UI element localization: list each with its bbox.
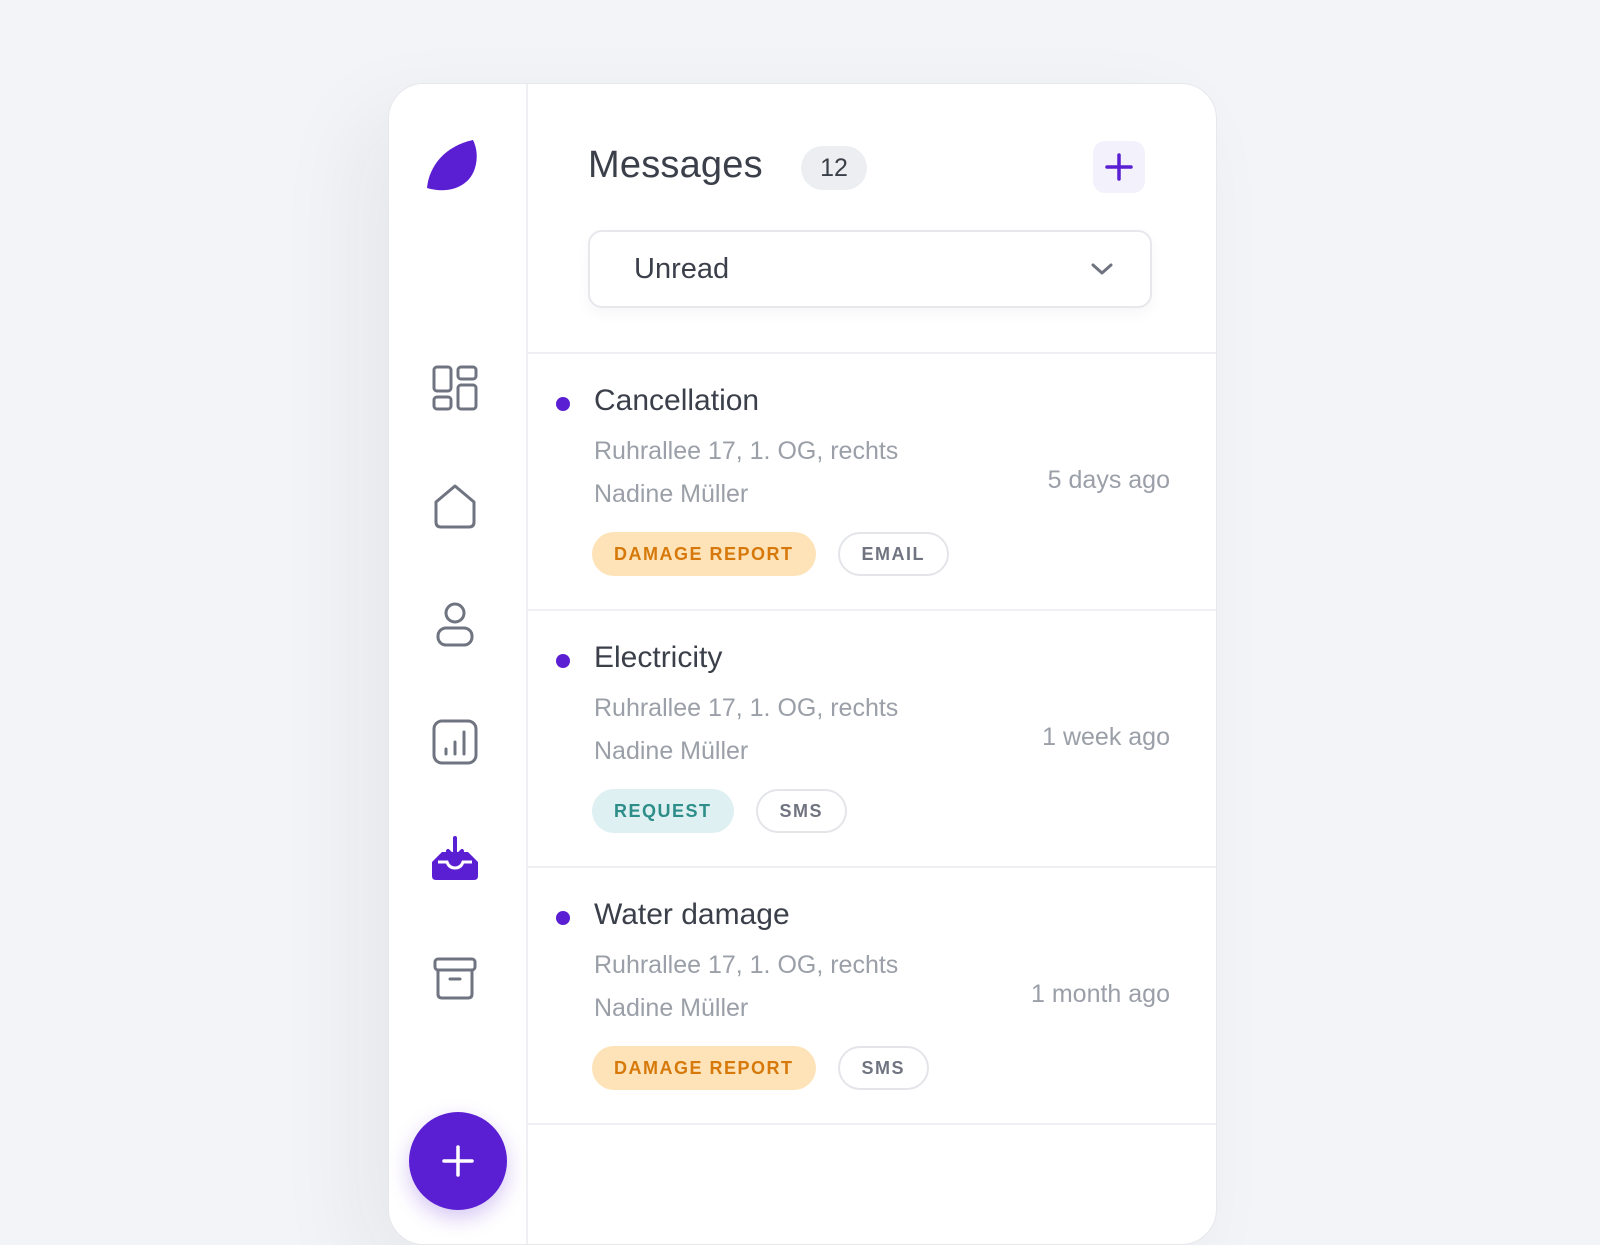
sidebar: [389, 84, 528, 1244]
message-tags: DAMAGE REPORT EMAIL: [592, 532, 950, 576]
archive-icon[interactable]: [429, 952, 481, 1004]
message-time: 5 days ago: [1047, 466, 1170, 494]
unread-dot: [556, 397, 570, 411]
message-address: Ruhrallee 17, 1. OG, rechts: [594, 437, 899, 465]
message-address: Ruhrallee 17, 1. OG, rechts: [594, 694, 899, 722]
plus-icon: [442, 1145, 474, 1177]
messages-header: Messages 12 Unread: [528, 84, 1216, 354]
message-sender: Nadine Müller: [594, 480, 749, 508]
chevron-down-icon: [1091, 263, 1113, 275]
add-message-button[interactable]: [1093, 141, 1145, 193]
category-tag: REQUEST: [592, 789, 734, 833]
message-item[interactable]: Water damage Ruhrallee 17, 1. OG, rechts…: [528, 868, 1216, 1125]
channel-tag: SMS: [837, 1046, 930, 1090]
message-time: 1 week ago: [1042, 723, 1170, 751]
plus-icon: [1105, 153, 1133, 181]
message-count-badge: 12: [801, 146, 867, 190]
message-item[interactable]: Electricity Ruhrallee 17, 1. OG, rechts …: [528, 611, 1216, 868]
home-icon[interactable]: [429, 480, 481, 532]
category-tag: DAMAGE REPORT: [592, 532, 816, 576]
message-item[interactable]: Cancellation Ruhrallee 17, 1. OG, rechts…: [528, 354, 1216, 611]
chart-icon[interactable]: [429, 716, 481, 768]
channel-tag: EMAIL: [837, 532, 950, 576]
message-title: Water damage: [594, 898, 790, 931]
messages-panel: Messages 12 Unread Cancellation Ruhralle…: [528, 84, 1216, 1244]
message-address: Ruhrallee 17, 1. OG, rechts: [594, 951, 899, 979]
filter-selected-value: Unread: [634, 252, 730, 285]
message-sender: Nadine Müller: [594, 737, 749, 765]
category-tag: DAMAGE REPORT: [592, 1046, 816, 1090]
message-filter-select[interactable]: Unread: [588, 230, 1152, 308]
unread-dot: [556, 654, 570, 668]
new-message-fab-button[interactable]: [409, 1112, 507, 1210]
page-title: Messages: [588, 144, 763, 186]
leaf-logo-icon[interactable]: [425, 138, 481, 194]
user-icon[interactable]: [429, 598, 481, 650]
message-sender: Nadine Müller: [594, 994, 749, 1022]
channel-tag: SMS: [755, 789, 848, 833]
inbox-icon[interactable]: [429, 834, 481, 886]
message-tags: DAMAGE REPORT SMS: [592, 1046, 930, 1090]
app-card: Messages 12 Unread Cancellation Ruhralle…: [388, 83, 1217, 1245]
unread-dot: [556, 911, 570, 925]
message-title: Cancellation: [594, 384, 760, 417]
message-tags: REQUEST SMS: [592, 789, 848, 833]
message-time: 1 month ago: [1031, 980, 1170, 1008]
message-title: Electricity: [594, 641, 723, 674]
dashboard-icon[interactable]: [429, 362, 481, 414]
